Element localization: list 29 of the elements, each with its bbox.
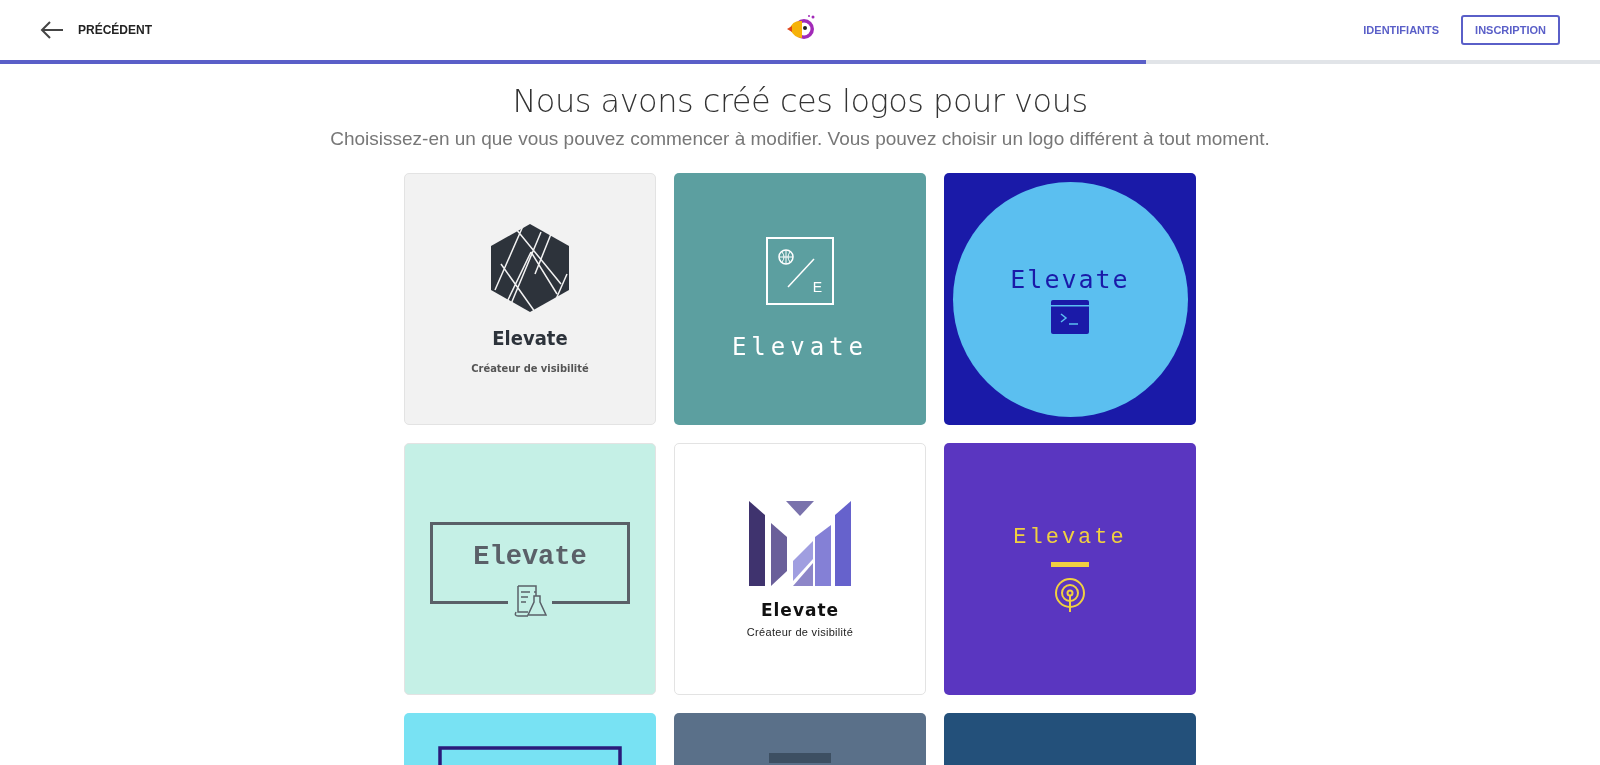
page-subtitle: Choisissez-en un que vous pouvez commencer à modifier. Vous pouvez choisir un logo différent à tout moment. [329,128,1271,150]
logo-card[interactable]: Elevate [944,173,1196,425]
logo-tagline: Créateur de visibilité [746,625,854,638]
hexagon-icon [491,223,569,312]
login-link[interactable]: IDENTIFIANTS [1363,24,1440,36]
brand-logo-icon[interactable] [786,14,816,42]
logo-name: Elevate [492,325,568,350]
logo-name: Elevate [731,333,869,361]
logo-card[interactable]: Elevate Créateur de visibilité [674,443,926,695]
logo-name: Elevate [1010,264,1130,294]
logo-card[interactable]: E Elevate [674,173,926,425]
logo-name: Elevate [760,599,840,620]
logo-card[interactable]: Elevate [404,443,656,695]
emblem-drawing [769,753,831,763]
logo-card[interactable]: Elevate Créateur de visibilité [404,173,656,425]
scroll-flask-icon [512,582,548,618]
terminal-icon [1051,299,1089,334]
back-button[interactable]: PRÉCÉDENT [78,23,152,37]
signup-button[interactable]: INSCRIPTION [1461,15,1560,45]
accent-bar [1051,562,1089,567]
logo-card[interactable]: Elevate [944,443,1196,695]
back-arrow-icon[interactable] [40,21,64,39]
logo-name: Elevate [1013,525,1127,550]
logo-emblem: E [766,237,834,305]
logo-tagline: Créateur de visibilité [471,361,589,375]
page-title: Nous avons créé ces logos pour vous [511,82,1089,120]
bars-logo-icon [749,500,851,586]
podcast-icon [1054,577,1086,613]
logo-name: Elevate [473,542,587,572]
